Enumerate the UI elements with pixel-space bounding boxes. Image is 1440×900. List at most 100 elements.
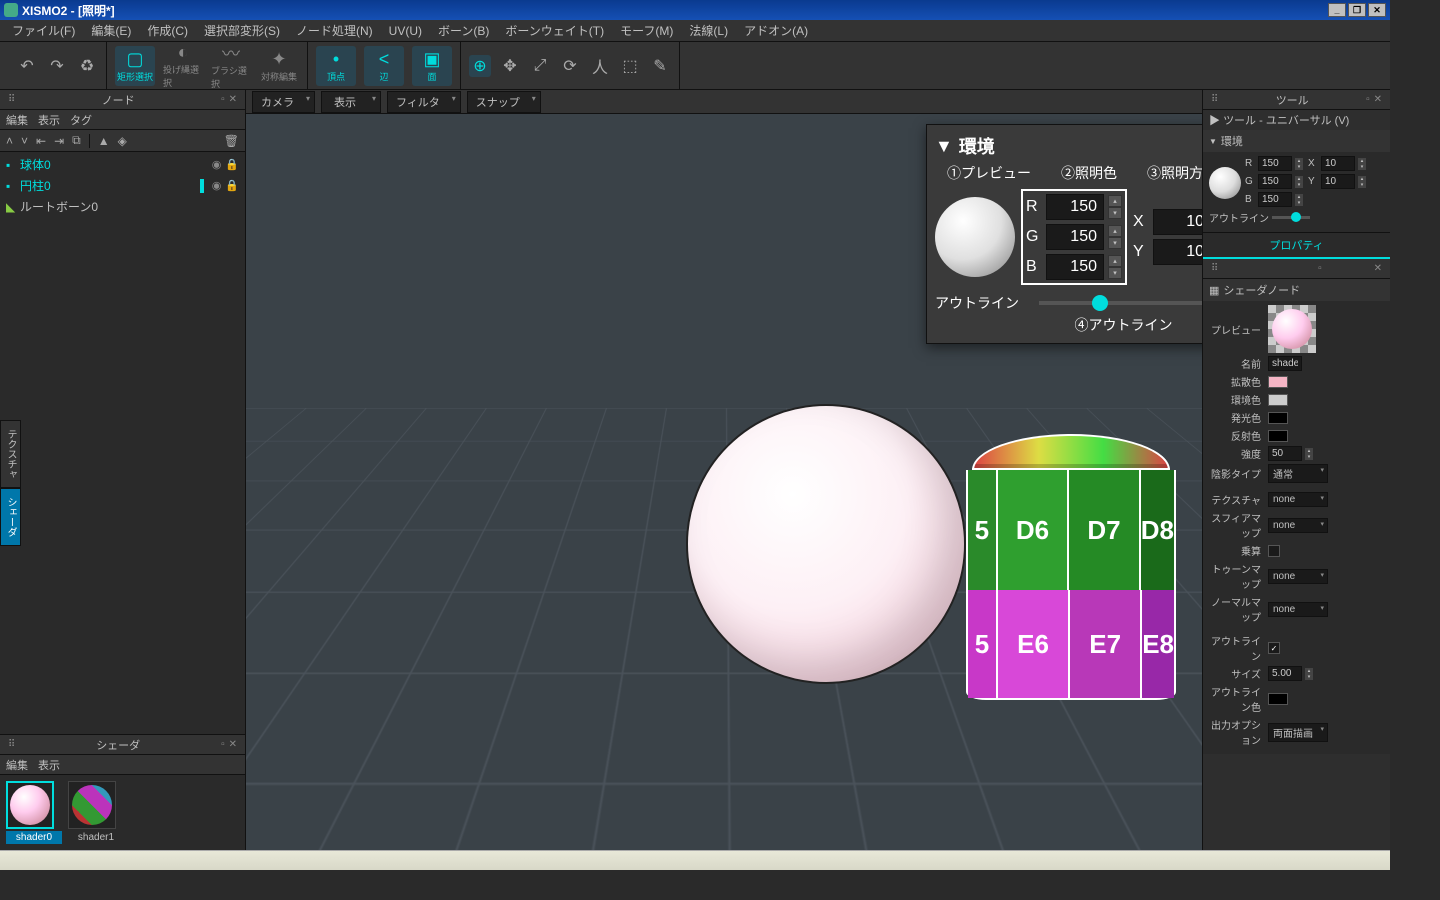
minimize-button[interactable]: _ <box>1328 3 1346 17</box>
undo-icon[interactable]: ↶ <box>16 55 38 77</box>
panel-close-icon[interactable]: ✕ <box>227 739 239 750</box>
collapse-icon[interactable]: ▼ <box>935 136 953 157</box>
copy-icon[interactable]: ⧉ <box>72 133 81 148</box>
brush-select-button[interactable]: 〰ブラシ選択 <box>211 46 251 86</box>
symmetry-button[interactable]: ✦対称編集 <box>259 46 299 86</box>
spin-up[interactable]: ▴ <box>1108 255 1122 267</box>
env-g-input[interactable] <box>1258 174 1292 189</box>
light-g-input[interactable] <box>1046 224 1104 250</box>
shader-item-0[interactable]: shader0 <box>6 781 62 844</box>
ambient-swatch[interactable] <box>1268 394 1288 406</box>
sphere-map-dropdown[interactable]: none <box>1268 518 1328 533</box>
emissive-swatch[interactable] <box>1268 412 1288 424</box>
light-b-input[interactable] <box>1046 254 1104 280</box>
specular-swatch[interactable] <box>1268 430 1288 442</box>
shade-type-dropdown[interactable]: 通常 <box>1268 464 1328 483</box>
tool-universal[interactable]: ▶ ツール - ユニバーサル (V) <box>1203 110 1390 130</box>
menu-bone-weight[interactable]: ボーンウェイト(T) <box>497 20 612 41</box>
box-select-icon[interactable]: ⬚ <box>619 55 641 77</box>
pencil-icon[interactable]: ✎ <box>649 55 671 77</box>
lock-icon[interactable]: 🔒 <box>225 179 239 192</box>
menu-select-transform[interactable]: 選択部変形(S) <box>196 20 288 41</box>
grip-icon[interactable]: ⠿ <box>6 739 17 750</box>
redo-icon[interactable]: ↷ <box>46 55 68 77</box>
menu-bone[interactable]: ボーン(B) <box>430 20 497 41</box>
lock-icon[interactable]: 🔒 <box>225 158 239 171</box>
visibility-icon[interactable]: ◉ <box>212 179 222 192</box>
toon-map-dropdown[interactable]: none <box>1268 569 1328 584</box>
trash-icon[interactable]: 🗑 <box>224 134 239 148</box>
menu-uv[interactable]: UV(U) <box>381 22 430 40</box>
shader-item-1[interactable]: shader1 <box>68 781 124 844</box>
panel-min-icon[interactable]: ▫ <box>1364 94 1372 105</box>
rotate-icon[interactable]: ⟳ <box>559 55 581 77</box>
node-menu-edit[interactable]: 編集 <box>6 112 28 128</box>
close-button[interactable]: ✕ <box>1368 3 1386 17</box>
recycle-icon[interactable]: ♻ <box>76 55 98 77</box>
node-item-rootbone[interactable]: ◣ ルートボーン0 <box>0 196 245 217</box>
visibility-icon[interactable]: ◉ <box>212 158 222 171</box>
env-y-input[interactable] <box>1321 174 1355 189</box>
env-r-input[interactable] <box>1258 156 1292 171</box>
shader-menu-edit[interactable]: 編集 <box>6 757 28 773</box>
move-icon[interactable]: ✥ <box>499 55 521 77</box>
normal-map-dropdown[interactable]: none <box>1268 602 1328 617</box>
panel-close-icon[interactable]: ✕ <box>227 94 239 105</box>
panel-min-icon[interactable]: ▫ <box>219 739 227 750</box>
edge-button[interactable]: <辺 <box>364 46 404 86</box>
spin-down[interactable]: ▾ <box>1108 237 1122 249</box>
scale-icon[interactable]: ⤢ <box>529 55 551 77</box>
light-x-input[interactable] <box>1153 209 1202 235</box>
output-option-dropdown[interactable]: 両面描画 <box>1268 723 1328 742</box>
down-icon[interactable]: ˅ <box>21 134 28 148</box>
outline-size-input[interactable] <box>1268 666 1302 681</box>
face-button[interactable]: ▣面 <box>412 46 452 86</box>
multiply-checkbox[interactable] <box>1268 545 1280 557</box>
panel-min-icon[interactable]: ▫ <box>219 94 227 105</box>
intensity-input[interactable] <box>1268 446 1302 461</box>
person-icon[interactable]: ▲ <box>98 134 110 148</box>
spin-up[interactable]: ▴ <box>1108 195 1122 207</box>
light-r-input[interactable] <box>1046 194 1104 220</box>
vtab-shader[interactable]: シェーダ <box>0 488 21 546</box>
vertex-button[interactable]: •頂点 <box>316 46 356 86</box>
cube-icon[interactable]: ◈ <box>118 134 127 148</box>
light-y-input[interactable] <box>1153 239 1202 265</box>
menu-edit[interactable]: 編集(E) <box>83 20 139 41</box>
lasso-select-button[interactable]: ◐投げ縄選択 <box>163 46 203 86</box>
cylinder-object[interactable]: 5 D6 D7 D8 5 E6 E7 E8 <box>966 434 1176 704</box>
sphere-object[interactable] <box>686 404 966 684</box>
viewport[interactable]: 5 D6 D7 D8 5 E6 E7 E8 ▼環境 <box>246 114 1202 850</box>
diffuse-swatch[interactable] <box>1268 376 1288 388</box>
menu-create[interactable]: 作成(C) <box>139 20 196 41</box>
vtab-texture[interactable]: テクスチャ <box>0 420 21 488</box>
outline-slider[interactable] <box>1039 301 1202 305</box>
outline-checkbox[interactable]: ✓ <box>1268 642 1280 654</box>
camera-dropdown[interactable]: カメラ <box>252 91 315 113</box>
env-outline-slider[interactable] <box>1272 216 1310 219</box>
property-tab[interactable]: プロパティ <box>1203 233 1390 259</box>
env-section-header[interactable]: ▼環境 <box>1203 130 1390 152</box>
menu-normal[interactable]: 法線(L) <box>681 20 736 41</box>
globe-icon[interactable]: ⊕ <box>469 55 491 77</box>
rect-select-button[interactable]: ▢矩形選択 <box>115 46 155 86</box>
shader-node-header[interactable]: ▦ シェーダノード <box>1203 279 1390 301</box>
menu-node[interactable]: ノード処理(N) <box>288 20 381 41</box>
shader-name-input[interactable] <box>1268 356 1302 371</box>
shader-menu-view[interactable]: 表示 <box>38 757 60 773</box>
spin-up[interactable]: ▴ <box>1108 225 1122 237</box>
node-menu-tag[interactable]: タグ <box>70 112 92 128</box>
grip-icon[interactable]: ⠿ <box>1209 94 1220 105</box>
env-x-input[interactable] <box>1321 156 1355 171</box>
pivot-icon[interactable]: 人 <box>589 55 611 77</box>
indent-icon[interactable]: ⇥ <box>54 134 64 148</box>
outdent-icon[interactable]: ⇤ <box>36 134 46 148</box>
node-item-cylinder[interactable]: ▪ 円柱0 ◉ 🔒 <box>0 175 245 196</box>
node-menu-view[interactable]: 表示 <box>38 112 60 128</box>
spin-down[interactable]: ▾ <box>1108 207 1122 219</box>
menu-file[interactable]: ファイル(F) <box>4 20 83 41</box>
menu-addon[interactable]: アドオン(A) <box>736 20 816 41</box>
env-b-input[interactable] <box>1258 192 1292 207</box>
snap-dropdown[interactable]: スナップ <box>467 91 541 113</box>
node-item-sphere[interactable]: ▪ 球体0 ◉ 🔒 <box>0 154 245 175</box>
